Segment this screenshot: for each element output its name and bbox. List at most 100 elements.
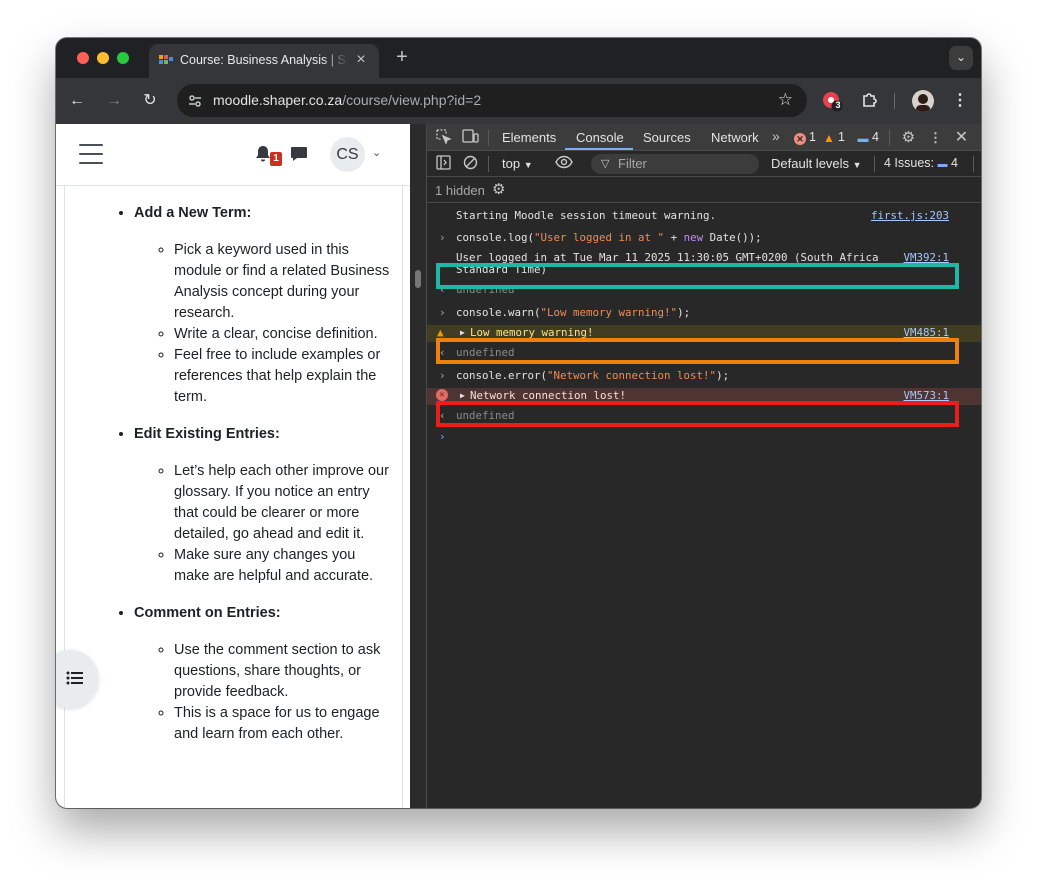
context-selector[interactable]: top ▼ <box>502 156 533 171</box>
code-keyword: new <box>683 231 704 244</box>
device-toolbar-icon[interactable] <box>462 129 479 146</box>
code-method: log <box>508 231 528 244</box>
log-levels-dropdown[interactable]: Default levels ▼ <box>771 156 862 171</box>
tab-network[interactable]: Network <box>711 130 759 145</box>
console-settings-gear-icon[interactable]: ⚙ <box>492 180 505 198</box>
tab-bar: Course: Business Analysis | Shaper × + ⌄ <box>56 38 981 78</box>
inspect-element-icon[interactable] <box>435 129 452 146</box>
result-arrow-icon: ‹ <box>439 283 446 296</box>
resize-grip[interactable] <box>415 270 421 288</box>
warning-text: Low memory warning! <box>470 326 594 339</box>
browser-toolbar: ← → ↻ moodle.shaper.co.za/course/view.ph… <box>56 78 981 124</box>
list-item: Feel free to include examples or referen… <box>174 345 394 408</box>
devtools-panel: Elements Console Sources Network » ✕ 1 ▲ 1… <box>426 124 981 808</box>
warning-counter[interactable]: ▲ 1 <box>823 130 845 144</box>
user-avatar[interactable]: CS <box>330 137 365 172</box>
clear-console-icon[interactable] <box>462 155 479 172</box>
list-icon <box>66 670 84 686</box>
tab-sources[interactable]: Sources <box>643 130 691 145</box>
issues-count: 4 <box>951 156 958 170</box>
command-text: console.warn("Low memory warning!"); <box>456 306 691 319</box>
error-text: Network connection lost! <box>470 389 627 402</box>
list-item: Use the comment section to ask questions… <box>174 640 394 703</box>
levels-label: Default levels <box>771 156 850 171</box>
more-options-icon[interactable]: ⋮ <box>927 129 944 146</box>
user-menu-chevron-icon[interactable]: ⌄ <box>372 148 382 159</box>
input-prompt-icon: › <box>439 306 446 319</box>
console-warning-message: ▲ ▶ Low memory warning! VM485:1 <box>427 325 981 342</box>
site-info-icon[interactable] <box>186 92 204 110</box>
console-prompt-input[interactable]: › <box>427 431 981 447</box>
tab-search-button[interactable]: ⌄ <box>949 46 973 70</box>
error-counter[interactable]: ✕ 1 <box>794 130 816 145</box>
extension-icon[interactable]: 3 <box>822 90 844 112</box>
issues-button[interactable]: 4 Issues: ▬ 4 <box>884 156 958 170</box>
tab-console[interactable]: Console <box>576 130 624 145</box>
messages-icon[interactable] <box>290 146 308 162</box>
settings-gear-icon[interactable]: ⚙ <box>900 129 917 146</box>
section-title: Comment on Entries: <box>134 605 281 621</box>
command-text: console.log("User logged in at " + new D… <box>456 231 762 244</box>
source-link[interactable]: VM485:1 <box>903 327 949 339</box>
list-item: Make sure any changes you make are helpf… <box>174 545 394 587</box>
forward-button[interactable]: → <box>103 90 125 112</box>
console-error-message: ✕ ▶ Network connection lost! VM573:1 <box>427 388 981 405</box>
browser-tab[interactable]: Course: Business Analysis | Shaper × <box>149 44 379 78</box>
section-edit-entries: Edit Existing Entries: Let’s help each o… <box>134 424 394 587</box>
back-button[interactable]: ← <box>66 90 88 112</box>
source-link[interactable]: VM573:1 <box>903 390 949 402</box>
sidebar-toggle-icon[interactable] <box>435 155 452 172</box>
tab-elements[interactable]: Elements <box>502 130 556 145</box>
maximize-window-button[interactable] <box>117 52 129 64</box>
dropdown-caret-icon: ▼ <box>523 160 533 170</box>
hamburger-menu-icon[interactable] <box>79 144 103 164</box>
code-string: "User logged in at " <box>534 231 665 244</box>
console-filter-input[interactable]: ▽ Filter <box>591 154 759 174</box>
filter-placeholder: Filter <box>618 156 647 171</box>
expand-triangle-icon[interactable]: ▶ <box>460 390 465 402</box>
list-item: Let’s help each other improve our glossa… <box>174 461 394 545</box>
message-text: User logged in at Tue Mar 11 2025 11:30:… <box>456 251 879 276</box>
info-counter[interactable]: ▬ 4 <box>857 130 879 145</box>
code-object: console. <box>456 231 509 244</box>
hidden-count: 1 hidden <box>435 183 485 198</box>
console-message: User logged in at Tue Mar 11 2025 11:30:… <box>427 252 981 278</box>
error-icon: ✕ <box>436 389 448 401</box>
devtools-resize-handle[interactable] <box>410 124 426 808</box>
close-window-button[interactable] <box>77 52 89 64</box>
code-method: error <box>508 369 541 382</box>
extensions-puzzle-icon[interactable] <box>859 90 881 112</box>
new-tab-button[interactable]: + <box>392 46 412 70</box>
address-bar[interactable]: moodle.shaper.co.za/course/view.php?id=2… <box>177 84 807 117</box>
notifications-bell-icon[interactable] <box>255 145 271 163</box>
message-icon: ▬ <box>937 159 948 170</box>
console-result: ‹ undefined <box>427 284 981 298</box>
toolbar-divider <box>894 93 895 109</box>
moodle-navbar: 1 CS ⌄ <box>56 124 410 186</box>
browser-menu-icon[interactable]: ⋮ <box>950 90 970 112</box>
list-item: This is a space for us to engage and lea… <box>174 703 394 745</box>
extension-badge: 3 <box>835 100 841 110</box>
warning-icon: ▲ <box>823 131 835 145</box>
expand-triangle-icon[interactable]: ▶ <box>460 327 465 339</box>
section-title: Add a New Term: <box>134 205 252 221</box>
more-tabs-icon[interactable]: » <box>772 128 780 144</box>
message-text: Starting Moodle session timeout warning. <box>456 209 717 222</box>
reload-button[interactable]: ↻ <box>139 90 161 112</box>
input-prompt-icon: › <box>439 369 446 382</box>
section-comment-entries: Comment on Entries: Use the comment sect… <box>134 603 394 745</box>
result-arrow-icon: ‹ <box>439 346 446 359</box>
filter-funnel-icon: ▽ <box>601 158 610 170</box>
close-tab-icon[interactable]: × <box>353 52 369 68</box>
console-input-error: › console.error("Network connection lost… <box>427 369 981 385</box>
section-add-term: Add a New Term: Pick a keyword used in t… <box>134 203 394 408</box>
moodle-favicon-icon <box>159 55 173 67</box>
source-link[interactable]: first.js:203 <box>871 210 949 222</box>
minimize-window-button[interactable] <box>97 52 109 64</box>
close-devtools-icon[interactable]: ✕ <box>953 129 970 146</box>
live-expression-eye-icon[interactable] <box>555 155 573 172</box>
warning-icon: ▲ <box>437 326 444 339</box>
bookmark-star-icon[interactable]: ☆ <box>778 90 793 110</box>
profile-avatar[interactable] <box>912 90 934 112</box>
source-link[interactable]: VM392:1 <box>903 252 949 264</box>
